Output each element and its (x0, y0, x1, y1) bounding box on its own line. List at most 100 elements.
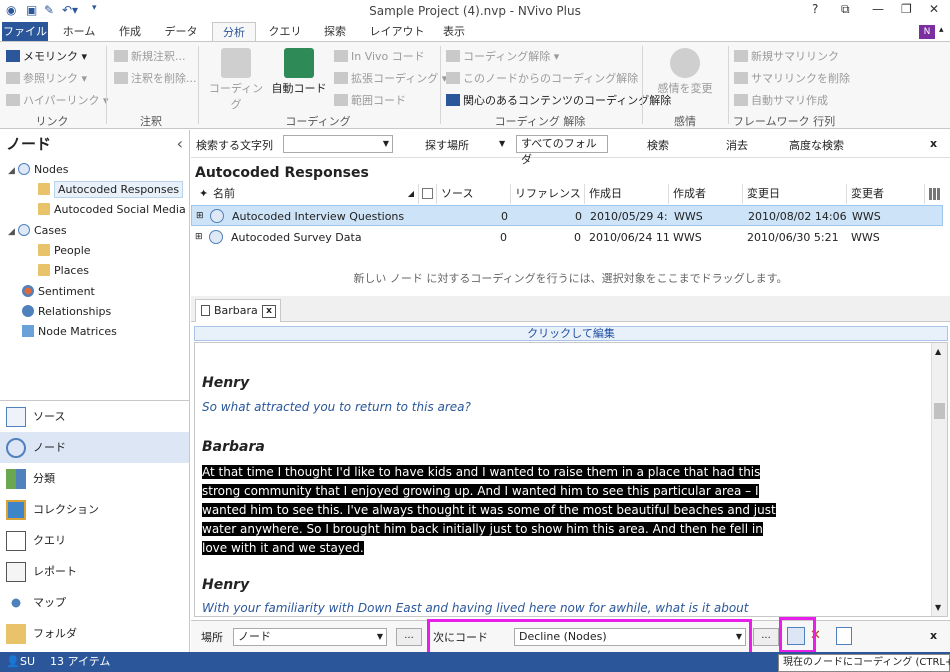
click-to-edit-bar[interactable]: クリックして編集 (194, 326, 948, 341)
code-options-icon[interactable] (836, 627, 852, 645)
advanced-find-button[interactable]: 高度な検索 (789, 137, 844, 153)
collapse-pane-icon[interactable]: ‹ (177, 134, 183, 153)
spread-coding-button[interactable]: 拡張コーディング ▾ (334, 70, 447, 86)
uncode-from-node-button[interactable]: このノードからのコーディング解除 (446, 70, 638, 86)
nav-classifications[interactable]: 分類 (0, 463, 189, 494)
uncode-button[interactable]: コーディング解除 ▾ (446, 48, 559, 64)
tab-view[interactable]: 表示 (436, 22, 472, 42)
ribbon-display-button[interactable]: ⧉ (841, 2, 850, 17)
tab-file[interactable]: ファイル (2, 22, 48, 42)
nav-collections[interactable]: コレクション (0, 494, 189, 525)
column-header-sources[interactable]: ソース (437, 184, 511, 204)
tree-item-nodes[interactable]: ◢ Nodes (8, 160, 68, 180)
tab-data[interactable]: データ (158, 22, 204, 42)
expand-row-icon[interactable]: ⊞ (195, 227, 203, 248)
tab-barbara[interactable]: Barbara x (195, 299, 281, 322)
auto-summarize-button[interactable]: 自動サマリ作成 (734, 92, 828, 108)
tree-item-cases[interactable]: ◢ Cases (8, 221, 67, 241)
close-tab-button[interactable]: x (262, 305, 276, 318)
search-input[interactable]: ▼ (283, 135, 393, 153)
memo-column-icon[interactable] (419, 184, 437, 204)
minimize-button[interactable]: — (872, 2, 884, 16)
tab-explore[interactable]: 探索 (314, 22, 356, 42)
tab-create[interactable]: 作成 (110, 22, 150, 42)
onenote-icon[interactable]: N (919, 25, 935, 39)
document-viewer[interactable]: Henry So what attracted you to return to… (194, 342, 948, 617)
folder-icon (38, 203, 50, 215)
delete-annotation-button[interactable]: 注釈を削除... (114, 70, 197, 86)
code-button[interactable]: コーディング (208, 48, 264, 112)
new-annotation-button[interactable]: 新規注釈... (114, 48, 186, 64)
ribbon: メモリンク ▾ 参照リンク ▾ ハイパーリンク ▾ リンク 新規注釈... 注釈… (0, 41, 950, 129)
close-button[interactable]: ✕ (929, 2, 939, 16)
column-header-references[interactable]: リファレンス (511, 184, 585, 204)
see-also-link-button[interactable]: 参照リンク ▾ (6, 70, 87, 86)
column-header-name[interactable]: ✦ 名前 ◢ (191, 184, 419, 204)
scroll-up-icon[interactable]: ▲ (935, 347, 941, 356)
delete-summary-link-button[interactable]: サマリリンクを削除 (734, 70, 850, 86)
selected-answer-text[interactable]: At that time I thought I'd like to have … (202, 463, 782, 558)
tree-item-people[interactable]: People (38, 241, 91, 261)
column-header-created-by[interactable]: 作成者 (669, 184, 743, 204)
memo-link-button[interactable]: メモリンク ▾ (6, 48, 87, 64)
folder-icon (38, 183, 50, 195)
ribbon-collapse-icon[interactable]: ▴ (939, 25, 944, 35)
column-chooser-icon[interactable] (925, 184, 950, 204)
close-code-bar-button[interactable]: x (930, 629, 937, 642)
look-in-dropdown-icon[interactable]: ▼ (499, 139, 505, 148)
tree-item-relationships[interactable]: Relationships (22, 302, 111, 322)
tab-home[interactable]: ホーム (56, 22, 102, 42)
browse-code-button[interactable]: ... (753, 628, 779, 646)
find-now-button[interactable]: 検索 (647, 137, 669, 153)
tab-query[interactable]: クエリ (264, 22, 306, 42)
dropdown-arrow-icon[interactable]: ▼ (377, 629, 383, 645)
nav-sources[interactable]: ソース (0, 401, 189, 432)
tree-item-node-matrices[interactable]: Node Matrices (22, 322, 117, 342)
clear-button[interactable]: 消去 (726, 137, 748, 153)
tree-item-sentiment[interactable]: Sentiment (22, 282, 95, 302)
nav-nodes[interactable]: ノード (0, 432, 189, 463)
nav-folders[interactable]: フォルダ (0, 618, 189, 649)
tab-analyze[interactable]: 分析 (212, 22, 256, 42)
dropdown-arrow-icon[interactable]: ▼ (383, 136, 389, 152)
look-in-field[interactable]: すべてのフォルダ (516, 135, 608, 166)
browse-in-button[interactable]: ... (396, 628, 422, 646)
sentiment-group-label: 感情 (674, 115, 696, 128)
nav-maps[interactable]: マップ (0, 587, 189, 618)
auto-code-button[interactable]: 自動コード (270, 48, 328, 96)
help-button[interactable]: ? (812, 2, 818, 16)
column-header-modified-by[interactable]: 変更者 (847, 184, 925, 204)
folder-icon (6, 624, 26, 644)
scroll-down-icon[interactable]: ▼ (935, 603, 941, 612)
expand-arrow-icon[interactable]: ◢ (8, 161, 18, 181)
scroll-thumb[interactable] (934, 403, 945, 419)
sentiment-icon (670, 48, 700, 78)
column-header-modified[interactable]: 変更日 (743, 184, 847, 204)
link-group-label: リンク (35, 115, 69, 128)
table-row[interactable]: ⊞ Autocoded Survey Data 0 0 2010/06/24 1… (191, 227, 943, 248)
expand-row-icon[interactable]: ⊞ (196, 206, 204, 227)
change-sentiment-button[interactable]: 感情を変更 (652, 48, 718, 96)
hyperlink-button[interactable]: ハイパーリンク ▾ (6, 92, 109, 108)
folder-icon (38, 244, 50, 256)
uncode-content-button[interactable]: 関心のあるコンテンツのコーディング解除 (446, 92, 671, 108)
nav-reports[interactable]: レポート (0, 556, 189, 587)
spread-coding-icon (334, 72, 348, 84)
column-header-created[interactable]: 作成日 (585, 184, 669, 204)
nav-queries[interactable]: クエリ (0, 525, 189, 556)
in-select[interactable]: ノード ▼ (233, 628, 387, 646)
document-scrollbar[interactable]: ▲ ▼ (931, 343, 947, 616)
tab-layout[interactable]: レイアウト (364, 22, 430, 42)
tree-item-places[interactable]: Places (38, 261, 89, 281)
in-vivo-code-button[interactable]: In Vivo コード (334, 48, 425, 64)
close-find-button[interactable]: x (930, 137, 937, 150)
tree-item-autocoded-social[interactable]: Autocoded Social Media (38, 200, 186, 220)
uncoding-group-label: コーディング 解除 (494, 115, 586, 128)
tooltip: 現在のノードにコーディング (CTRL+F9) (778, 654, 950, 672)
table-row[interactable]: ⊞ Autocoded Interview Questions 0 0 2010… (191, 205, 943, 226)
maximize-button[interactable]: ❐ (901, 2, 912, 16)
range-code-button[interactable]: 範囲コード (334, 92, 406, 108)
tree-item-autocoded-responses[interactable]: Autocoded Responses (38, 180, 184, 200)
new-summary-link-button[interactable]: 新規サマリリンク (734, 48, 839, 64)
expand-arrow-icon[interactable]: ◢ (8, 222, 18, 242)
